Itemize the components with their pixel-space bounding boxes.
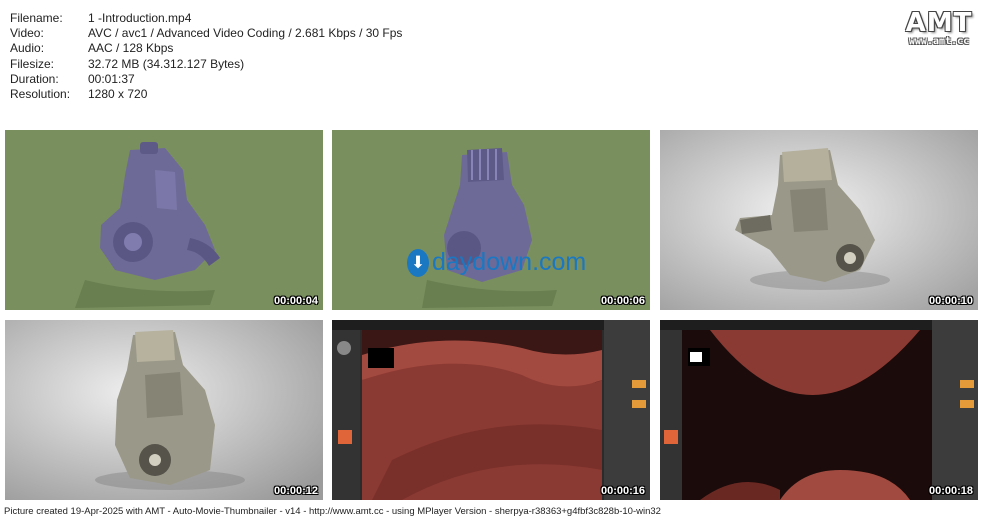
timestamp-label: 00:00:06 bbox=[600, 295, 645, 307]
info-value: AAC / 128 Kbps bbox=[88, 41, 174, 56]
thumbnail-5[interactable]: 00:00:16 bbox=[332, 320, 650, 500]
info-row-filename: Filename: 1 -Introduction.mp4 bbox=[10, 11, 402, 26]
timestamp-label: 00:00:16 bbox=[600, 485, 645, 497]
timestamp-label: 00:00:18 bbox=[928, 485, 973, 497]
info-value: 00:01:37 bbox=[88, 71, 135, 86]
info-label: Video: bbox=[10, 26, 44, 41]
info-value: AVC / avc1 / Advanced Video Coding / 2.6… bbox=[88, 26, 403, 41]
info-label: Duration: bbox=[10, 71, 59, 86]
info-row-filesize: Filesize: 32.72 MB (34.312.127 Bytes) bbox=[10, 57, 402, 72]
watermark-text: daydown.com bbox=[432, 248, 587, 276]
amt-logo: AMT www.amt.cc bbox=[904, 8, 974, 47]
logo-url-text: www.amt.cc bbox=[908, 36, 970, 47]
info-value: 32.72 MB (34.312.127 Bytes) bbox=[88, 56, 245, 71]
logo-main-text: AMT bbox=[905, 8, 973, 38]
info-row-audio: Audio: AAC / 128 Kbps bbox=[10, 41, 402, 56]
engine-textured-image bbox=[660, 130, 978, 310]
engine-purple-image bbox=[5, 130, 323, 310]
info-value: 1 -Introduction.mp4 bbox=[88, 11, 192, 25]
download-icon: ⬇ bbox=[407, 249, 429, 278]
zbrush-viewport-image bbox=[660, 320, 978, 500]
footer-credit: Picture created 19-Apr-2025 with AMT - A… bbox=[4, 506, 661, 517]
info-row-resolution: Resolution: 1280 x 720 bbox=[10, 87, 402, 102]
info-label: Filename: bbox=[10, 11, 63, 25]
timestamp-label: 00:00:12 bbox=[273, 485, 318, 497]
info-value: 1280 x 720 bbox=[88, 87, 148, 102]
zbrush-viewport-image bbox=[332, 320, 650, 500]
thumbnail-4[interactable]: 00:00:12 bbox=[5, 320, 323, 500]
daydown-watermark: ⬇ daydown.com bbox=[407, 248, 587, 278]
engine-textured-image bbox=[5, 320, 323, 500]
timestamp-label: 00:00:04 bbox=[273, 295, 318, 307]
info-label: Resolution: bbox=[10, 87, 71, 102]
engine-purple-image bbox=[332, 130, 650, 310]
thumbnail-3[interactable]: 00:00:10 bbox=[660, 130, 978, 310]
thumbnail-1[interactable]: 00:00:04 bbox=[5, 130, 323, 310]
thumbnail-6[interactable]: 00:00:18 bbox=[660, 320, 978, 500]
info-row-duration: Duration: 00:01:37 bbox=[10, 72, 402, 87]
timestamp-label: 00:00:10 bbox=[928, 295, 973, 307]
info-label: Filesize: bbox=[10, 56, 55, 71]
info-row-video: Video: AVC / avc1 / Advanced Video Codin… bbox=[10, 26, 402, 41]
file-info: Filename: 1 -Introduction.mp4 Video: AVC… bbox=[10, 11, 402, 102]
thumbnail-2[interactable]: ⬇ daydown.com 00:00:06 bbox=[332, 130, 650, 310]
info-label: Audio: bbox=[10, 41, 45, 56]
